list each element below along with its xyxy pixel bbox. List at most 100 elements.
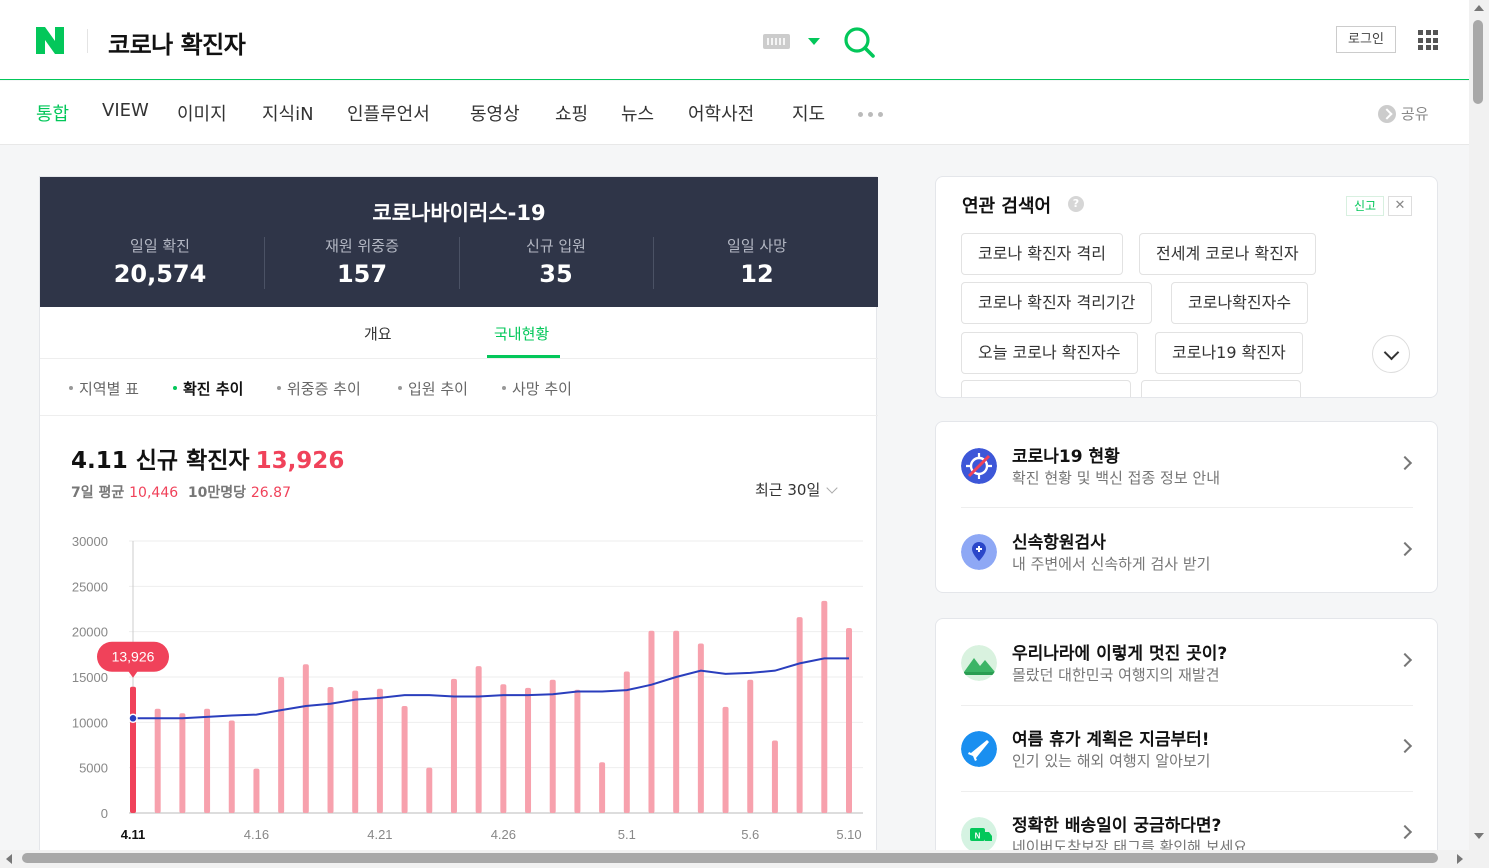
- expand-chevron-icon[interactable]: [1372, 335, 1410, 373]
- dropdown-triangle-icon[interactable]: [808, 38, 820, 45]
- help-icon[interactable]: ?: [1068, 196, 1084, 212]
- more-tabs-icon[interactable]: [858, 112, 883, 117]
- link-domestic-travel[interactable]: 우리나라에 이렇게 멋진 곳이? 몰랐던 대한민국 여행지의 재발견: [936, 619, 1437, 705]
- delivery-truck-icon: N: [961, 817, 997, 853]
- logo-divider: [87, 29, 88, 53]
- bar: [278, 677, 285, 813]
- avg-point-selected: [128, 713, 138, 724]
- stat-divider: [653, 237, 654, 289]
- chart-title: 4.11 신규 확진자 13,926: [71, 448, 345, 474]
- y-tick-label: 5000: [79, 761, 108, 776]
- stat-divider: [459, 237, 460, 289]
- covid-summary: 코로나바이러스-19 일일 확진 20,574 재원 위중증 157 신규 입원…: [40, 177, 878, 307]
- tab-news[interactable]: 뉴스: [621, 100, 654, 126]
- range-select[interactable]: 최근 30일: [755, 479, 838, 500]
- location-pin-icon: [961, 534, 997, 570]
- scrollbar-thumb[interactable]: [1473, 20, 1483, 104]
- link-covid-status[interactable]: 코로나19 현황 확진 현황 및 백신 접종 정보 안내: [936, 422, 1437, 508]
- stat-new-admissions: 신규 입원 35: [496, 235, 616, 288]
- link-title: 코로나19 현황: [1012, 447, 1120, 467]
- airplane-icon: [961, 731, 997, 767]
- avg-line: [132, 657, 849, 720]
- related-chip[interactable]: 전세계 코로나 확진자: [1139, 233, 1316, 275]
- stat-daily-cases: 일일 확진 20,574: [100, 235, 220, 288]
- search-header: 코로나 확진자 로그인: [0, 0, 1469, 80]
- scroll-down-icon[interactable]: [1474, 833, 1484, 839]
- tab-view[interactable]: VIEW: [102, 100, 149, 121]
- tab-video[interactable]: 동영상: [470, 100, 520, 126]
- related-chip[interactable]: 오늘 코로나 확진자수: [961, 332, 1138, 374]
- scroll-up-icon[interactable]: [1474, 5, 1484, 11]
- stat-value: 20,574: [113, 260, 207, 288]
- tab-influencer[interactable]: 인플루언서: [347, 100, 430, 126]
- virus-icon: [961, 448, 997, 484]
- related-chip[interactable]: 코로나확진자수: [1171, 282, 1309, 324]
- tab-domestic-status[interactable]: 국내현황: [494, 323, 549, 344]
- related-chip[interactable]: 코로나 확진자 격리: [961, 233, 1123, 275]
- bar: [722, 706, 729, 813]
- share-icon: [1378, 104, 1396, 123]
- link-summer-vacation[interactable]: 여름 휴가 계획은 지금부터! 인기 있는 해외 여행지 알아보기: [936, 705, 1437, 791]
- keyboard-icon[interactable]: [763, 34, 790, 49]
- share-button[interactable]: 공유: [1378, 103, 1429, 124]
- close-icon[interactable]: ✕: [1388, 196, 1412, 216]
- filter-critical-trend[interactable]: 위중증 추이: [277, 378, 361, 399]
- stat-label: 일일 확진: [130, 237, 190, 255]
- report-button[interactable]: 신고: [1346, 196, 1384, 216]
- y-tick-label: 20000: [72, 625, 108, 640]
- related-chip[interactable]: 코로나19 확진자: [1155, 332, 1303, 374]
- bar: [475, 666, 482, 813]
- share-label: 공유: [1401, 105, 1429, 123]
- covid-card: 코로나바이러스-19 일일 확진 20,574 재원 위중증 157 신규 입원…: [39, 176, 878, 868]
- scroll-left-icon[interactable]: [6, 854, 12, 864]
- link-desc: 인기 있는 해외 여행지 알아보기: [1012, 752, 1211, 770]
- chevron-right-icon: [1397, 541, 1413, 557]
- vertical-scrollbar[interactable]: [1469, 0, 1489, 850]
- x-tick-label: 4.26: [491, 827, 516, 842]
- x-tick-label: 4.21: [367, 827, 392, 842]
- related-chip-partial[interactable]: [1141, 380, 1301, 397]
- stat-value: 12: [740, 260, 774, 288]
- y-tick-label: 30000: [72, 534, 108, 549]
- tab-integrated[interactable]: 통합: [36, 100, 69, 126]
- filter-regional-table[interactable]: 지역별 표: [69, 378, 139, 399]
- search-query[interactable]: 코로나 확진자: [108, 25, 246, 60]
- filter-death-trend[interactable]: 사망 추이: [502, 378, 572, 399]
- bar: [846, 628, 852, 813]
- x-tick-label: 5.10: [836, 827, 861, 842]
- link-title: 우리나라에 이렇게 멋진 곳이?: [1012, 644, 1228, 664]
- related-chip-partial[interactable]: [961, 380, 1131, 397]
- stat-daily-deaths: 일일 사망 12: [697, 235, 817, 288]
- avg-value: 10,446: [129, 485, 179, 501]
- tab-map[interactable]: 지도: [792, 100, 825, 126]
- tab-images[interactable]: 이미지: [177, 100, 227, 126]
- bar: [574, 689, 581, 813]
- travel-links-card: 우리나라에 이렇게 멋진 곳이? 몰랐던 대한민국 여행지의 재발견 여름 휴가…: [935, 618, 1438, 868]
- login-button[interactable]: 로그인: [1336, 26, 1396, 53]
- horizontal-scrollbar[interactable]: [0, 850, 1489, 868]
- bar: [623, 671, 630, 813]
- search-icon[interactable]: [842, 25, 876, 59]
- bar: [376, 688, 383, 813]
- bar: [747, 679, 754, 813]
- naver-logo[interactable]: [36, 27, 64, 54]
- tab-dictionary[interactable]: 어학사전: [688, 100, 754, 126]
- related-chip[interactable]: 코로나 확진자 격리기간: [961, 282, 1153, 324]
- apps-grid-icon[interactable]: [1418, 30, 1438, 50]
- filter-admission-trend[interactable]: 입원 추이: [398, 378, 468, 399]
- y-tick-label: 15000: [72, 670, 108, 685]
- scrollbar-thumb[interactable]: [22, 853, 1438, 863]
- filter-cases-trend[interactable]: 확진 추이: [173, 378, 243, 399]
- tab-overview[interactable]: 개요: [364, 323, 392, 344]
- scroll-right-icon[interactable]: [1457, 854, 1463, 864]
- per100k-value: 26.87: [250, 485, 291, 501]
- tab-shopping[interactable]: 쇼핑: [555, 100, 588, 126]
- bar: [648, 630, 655, 813]
- link-rapid-test[interactable]: 신속항원검사 내 주변에서 신속하게 검사 받기: [936, 508, 1437, 592]
- x-tick-label: 5.1: [618, 827, 636, 842]
- y-tick-label: 25000: [72, 579, 108, 594]
- tab-kin[interactable]: 지식iN: [262, 100, 314, 126]
- bar: [821, 600, 828, 813]
- bar: [599, 762, 606, 813]
- tooltip-label: 13,926: [112, 649, 155, 665]
